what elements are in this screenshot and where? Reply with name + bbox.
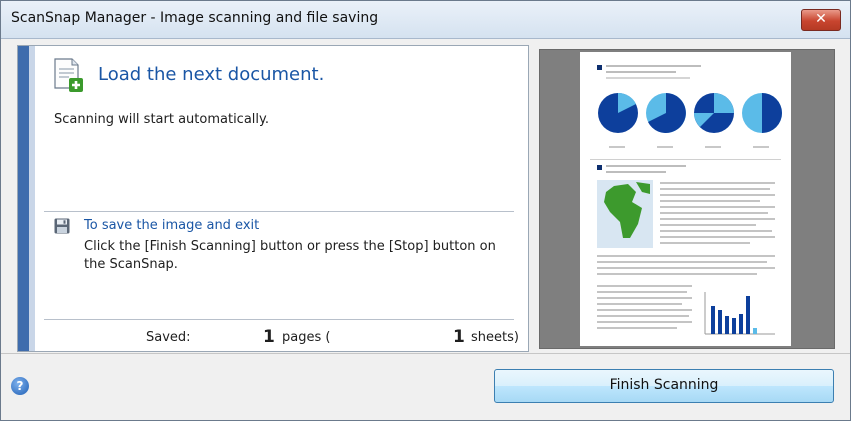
- sheets-label: sheets): [471, 330, 519, 345]
- pages-count: 1: [263, 327, 275, 347]
- auto-scan-text: Scanning will start automatically.: [54, 112, 269, 127]
- window-title: ScanSnap Manager - Image scanning and fi…: [11, 10, 379, 26]
- divider: [44, 319, 514, 320]
- scanned-page-thumbnail: [580, 52, 791, 346]
- accent-bar: [18, 46, 29, 351]
- save-and-exit-heading: To save the image and exit: [84, 218, 260, 233]
- dialog-body: Load the next document. Scanning will st…: [1, 39, 850, 420]
- save-instructions: Click the [Finish Scanning] button or pr…: [84, 239, 496, 272]
- scan-preview: [539, 49, 835, 349]
- pie-chart-thumbnails: [598, 92, 782, 133]
- floppy-disk-icon: [54, 218, 70, 234]
- status-panel: Load the next document. Scanning will st…: [17, 45, 529, 352]
- title-bar: ScanSnap Manager - Image scanning and fi…: [1, 1, 850, 39]
- finish-scanning-button[interactable]: Finish Scanning: [494, 369, 834, 403]
- scansnap-dialog: ScanSnap Manager - Image scanning and fi…: [0, 0, 851, 421]
- divider: [44, 211, 514, 212]
- accent-bar-light: [29, 46, 35, 351]
- page-thumbnail-graphic: [590, 65, 782, 335]
- add-document-icon: [54, 58, 83, 92]
- footer-bar: ? Finish Scanning: [1, 354, 850, 420]
- pages-label: pages (: [282, 330, 331, 345]
- close-button[interactable]: ✕: [801, 9, 841, 31]
- saved-label: Saved:: [146, 330, 191, 345]
- bar-chart-thumbnail: [704, 292, 775, 335]
- help-icon[interactable]: ?: [11, 377, 29, 395]
- sheets-count: 1: [453, 327, 465, 347]
- load-next-document-text: Load the next document.: [98, 64, 325, 85]
